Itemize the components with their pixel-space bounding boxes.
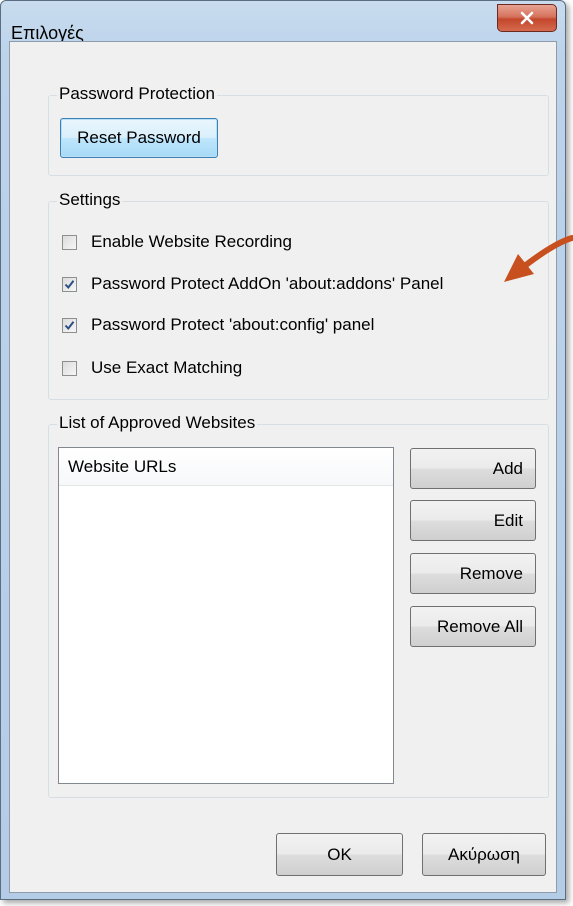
column-header-website-urls[interactable]: Website URLs (59, 448, 393, 486)
remove-all-button[interactable]: Remove All (410, 606, 536, 647)
checkbox-label: Password Protect AddOn 'about:addons' Pa… (91, 274, 444, 293)
checkbox-protect-addons-panel[interactable]: Password Protect AddOn 'about:addons' Pa… (62, 272, 443, 296)
ok-button[interactable]: OK (276, 833, 403, 876)
close-button[interactable] (497, 4, 557, 32)
close-icon (520, 11, 534, 25)
checkbox-label: Enable Website Recording (91, 232, 292, 251)
edit-button[interactable]: Edit (410, 500, 536, 541)
remove-button[interactable]: Remove (410, 553, 536, 594)
approved-websites-group-label: List of Approved Websites (57, 413, 258, 433)
password-protection-group-label: Password Protection (57, 84, 217, 104)
checkbox-box[interactable] (62, 360, 77, 376)
checkmark-icon (64, 320, 75, 330)
checkbox-enable-website-recording[interactable]: Enable Website Recording (62, 230, 292, 254)
arrow-pointer-icon (504, 235, 573, 282)
checkbox-use-exact-matching[interactable]: Use Exact Matching (62, 356, 242, 380)
add-button[interactable]: Add (410, 448, 536, 489)
website-url-list[interactable]: Website URLs (58, 447, 394, 784)
checkbox-box[interactable] (62, 317, 77, 333)
checkmark-icon (64, 279, 75, 289)
checkbox-label: Password Protect 'about:config' panel (91, 315, 375, 334)
checkbox-protect-config-panel[interactable]: Password Protect 'about:config' panel (62, 313, 374, 337)
checkbox-box[interactable] (62, 276, 77, 292)
cancel-button[interactable]: Ακύρωση (422, 833, 546, 876)
checkbox-label: Use Exact Matching (91, 358, 243, 377)
checkbox-box[interactable] (62, 234, 77, 250)
reset-password-button[interactable]: Reset Password (60, 118, 218, 158)
settings-group-label: Settings (57, 190, 123, 210)
